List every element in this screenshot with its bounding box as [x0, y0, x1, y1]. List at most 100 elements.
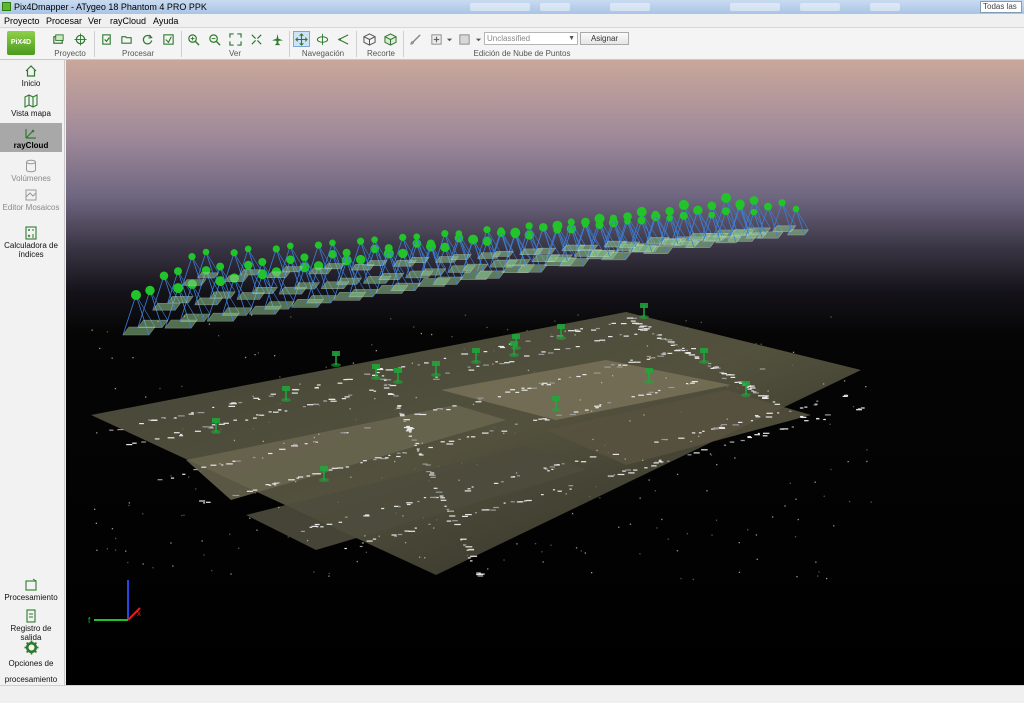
- menu-ver[interactable]: Ver: [88, 16, 102, 26]
- camera-sphere: [694, 206, 702, 215]
- menu-raycloud[interactable]: rayCloud: [110, 16, 146, 26]
- camera-footprint: [504, 259, 531, 267]
- cloud-point: [378, 535, 380, 537]
- orbit-navigation-button[interactable]: [293, 31, 310, 47]
- road-point: [403, 419, 410, 421]
- road-point: [720, 425, 723, 427]
- road-point: [727, 374, 732, 376]
- road-point: [277, 482, 281, 484]
- road-point: [691, 381, 698, 383]
- gcp-base: [431, 373, 441, 377]
- clip-edit-button[interactable]: [382, 31, 399, 47]
- menu-procesar[interactable]: Procesar: [46, 16, 82, 26]
- road-point: [541, 384, 544, 386]
- road-point: [708, 362, 712, 365]
- zoom-in-button[interactable]: [185, 31, 202, 47]
- open-project-button[interactable]: [50, 31, 67, 47]
- add-class-dropdown[interactable]: [445, 31, 453, 47]
- road-point: [221, 464, 224, 466]
- road-point: [595, 327, 600, 330]
- menu-ayuda[interactable]: Ayuda: [153, 16, 178, 26]
- class-color-button[interactable]: [456, 31, 473, 47]
- road-point: [690, 382, 695, 384]
- process-open-button[interactable]: [118, 31, 135, 47]
- fit-view-button[interactable]: [248, 31, 265, 47]
- road-point: [274, 484, 277, 486]
- search-input[interactable]: Todas las: [980, 1, 1022, 13]
- road-point: [462, 515, 468, 517]
- trackball-navigation-button[interactable]: [314, 31, 331, 47]
- brush-icon: [410, 33, 421, 45]
- camera-footprint: [534, 247, 557, 254]
- road-point: [552, 489, 556, 491]
- cloud-point: [655, 461, 657, 463]
- sidebar-item-calculadora[interactable]: Calculadora de índices: [0, 226, 62, 264]
- cloud-point: [355, 418, 357, 421]
- cloud-point: [711, 534, 713, 536]
- first-person-navigation-button[interactable]: [335, 31, 352, 47]
- cloud-point: [254, 354, 256, 356]
- road-point: [538, 418, 542, 420]
- sidebar-item-raycloud[interactable]: rayCloud: [0, 123, 62, 152]
- cloud-point: [654, 357, 656, 359]
- cloud-point: [91, 329, 93, 331]
- sidebar-item-editor-mosaicos[interactable]: Editor Mosaicos: [0, 188, 62, 224]
- cloud-point: [472, 403, 475, 406]
- add-class-button[interactable]: [428, 31, 445, 47]
- road-point: [667, 460, 670, 462]
- road-point: [477, 575, 484, 577]
- road-point: [732, 424, 739, 426]
- process-refresh-button[interactable]: [139, 31, 156, 47]
- road-point: [246, 490, 253, 492]
- sidebar-item-opciones[interactable]: Opciones de procesamiento: [0, 640, 62, 684]
- zoom-out-button[interactable]: [206, 31, 223, 47]
- cloud-point: [848, 500, 851, 503]
- road-point: [665, 339, 673, 341]
- cloud-point: [125, 550, 127, 552]
- road-point: [330, 400, 337, 402]
- process-step1-button[interactable]: [98, 31, 115, 47]
- zoom-extent-button[interactable]: [227, 31, 244, 47]
- cloud-point: [279, 403, 281, 405]
- road-point: [474, 512, 477, 514]
- sidebar-item-procesamiento[interactable]: Procesamiento: [0, 578, 62, 608]
- road-point: [381, 507, 385, 510]
- point-class-select[interactable]: Unclassified ▼: [484, 32, 578, 45]
- road-point: [387, 393, 395, 395]
- process-run-button[interactable]: [160, 31, 177, 47]
- cloud-point: [340, 444, 343, 446]
- class-color-dropdown[interactable]: [474, 31, 482, 47]
- sidebar-item-volumenes[interactable]: Volúmenes: [0, 159, 62, 187]
- road-point: [538, 353, 545, 355]
- cloud-point: [830, 316, 832, 318]
- clip-box-button[interactable]: [361, 31, 378, 47]
- road-point: [804, 420, 809, 422]
- road-point: [721, 424, 728, 426]
- road-point: [440, 408, 443, 410]
- menu-proyecto[interactable]: Proyecto: [4, 16, 40, 26]
- road-point: [589, 456, 597, 458]
- brush-select-button[interactable]: [407, 31, 424, 47]
- gcp-manager-button[interactable]: [72, 31, 89, 47]
- cloud-point: [422, 517, 424, 519]
- cloud-point: [287, 536, 289, 538]
- road-point: [218, 463, 222, 465]
- chevron-down-icon: ▼: [568, 35, 575, 42]
- mosaic-icon: [25, 189, 37, 201]
- road-point: [554, 348, 561, 350]
- road-point: [557, 490, 562, 492]
- raycloud-3d-view[interactable]: f x: [66, 60, 1024, 685]
- road-point: [658, 459, 662, 461]
- fly-view-button[interactable]: [269, 31, 286, 47]
- sidebar-item-inicio[interactable]: Inicio: [0, 64, 62, 94]
- road-point: [302, 406, 306, 408]
- camera-sphere: [272, 245, 280, 253]
- road-point: [758, 395, 765, 397]
- gcp-flag: [700, 348, 708, 353]
- sidebar-item-registro[interactable]: Registro de salida: [0, 609, 62, 642]
- cloud-point: [188, 476, 190, 478]
- road-point: [316, 384, 321, 386]
- sidebar-item-vista-mapa[interactable]: Vista mapa: [0, 94, 62, 124]
- cloud-point: [726, 386, 728, 388]
- assign-button[interactable]: Asignar: [580, 32, 629, 45]
